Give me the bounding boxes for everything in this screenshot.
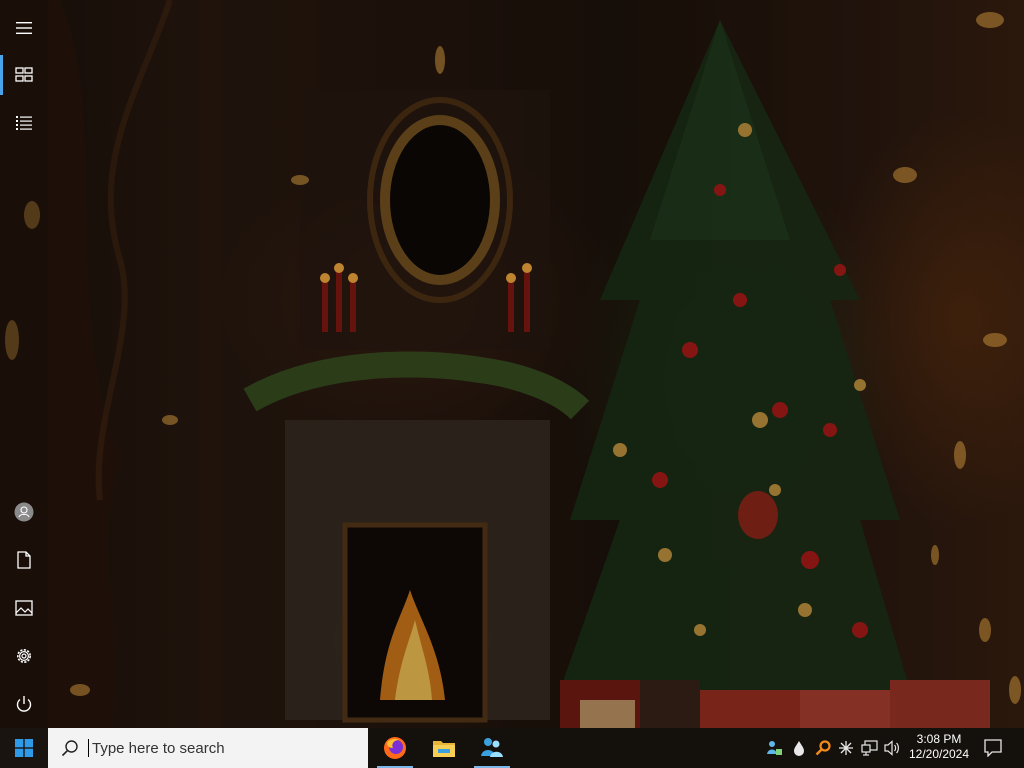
expand-menu-button[interactable] bbox=[0, 4, 48, 52]
all-apps-list-icon bbox=[16, 116, 32, 130]
search-key-icon bbox=[815, 740, 831, 756]
people-network-icon bbox=[767, 741, 782, 755]
windows-logo-icon bbox=[15, 739, 33, 757]
active-indicator bbox=[0, 55, 3, 95]
firefox-icon bbox=[384, 737, 406, 759]
tray-water-drop-button[interactable] bbox=[790, 738, 808, 758]
tiles-button[interactable] bbox=[0, 51, 48, 99]
tiles-icon bbox=[15, 67, 33, 82]
power-button[interactable] bbox=[0, 680, 48, 728]
network-icon bbox=[861, 740, 878, 756]
sparkle-icon bbox=[839, 741, 853, 755]
user-account-button[interactable] bbox=[0, 488, 48, 536]
taskbar: 3:08 PM 12/20/2024 bbox=[0, 728, 1024, 768]
tray-sparkle-button[interactable] bbox=[837, 738, 855, 758]
start-button[interactable] bbox=[0, 728, 48, 768]
tray-search-key-button[interactable] bbox=[814, 738, 832, 758]
settings-gear-icon bbox=[17, 649, 31, 663]
people-icon bbox=[481, 738, 503, 757]
power-icon bbox=[16, 696, 32, 712]
taskbar-app-people[interactable] bbox=[472, 728, 512, 768]
tray-network-button[interactable] bbox=[861, 738, 879, 758]
start-menu-rail bbox=[0, 0, 48, 728]
taskbar-search-box[interactable] bbox=[48, 728, 368, 768]
clock[interactable]: 3:08 PM 12/20/2024 bbox=[900, 728, 978, 768]
taskbar-app-file-explorer[interactable] bbox=[424, 728, 464, 768]
search-input[interactable] bbox=[90, 738, 354, 758]
user-avatar-icon bbox=[14, 502, 34, 522]
folder-icon bbox=[433, 741, 455, 757]
pictures-button[interactable] bbox=[0, 584, 48, 632]
search-icon bbox=[61, 740, 78, 757]
desktop-wallpaper bbox=[0, 0, 1024, 728]
text-caret bbox=[88, 739, 89, 757]
tray-people-network-button[interactable] bbox=[765, 738, 783, 758]
action-center-icon bbox=[984, 739, 1002, 757]
taskbar-app-firefox[interactable] bbox=[375, 728, 415, 768]
action-center-button[interactable] bbox=[978, 728, 1008, 768]
pictures-icon bbox=[15, 600, 33, 616]
documents-button[interactable] bbox=[0, 536, 48, 584]
hamburger-menu-icon bbox=[16, 22, 32, 34]
clock-time: 3:08 PM bbox=[916, 732, 962, 746]
settings-button[interactable] bbox=[0, 632, 48, 680]
wallpaper-scene bbox=[0, 0, 1024, 728]
documents-icon bbox=[17, 551, 31, 569]
water-drop-icon bbox=[794, 741, 804, 756]
all-apps-button[interactable] bbox=[0, 99, 48, 147]
clock-date: 12/20/2024 bbox=[908, 747, 970, 761]
